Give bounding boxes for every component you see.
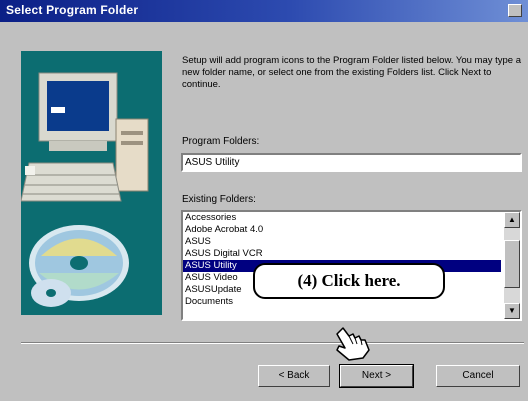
- pointing-hand-icon: [336, 327, 370, 361]
- setup-illustration: [20, 51, 162, 315]
- title-bar: Select Program Folder: [0, 0, 528, 22]
- list-scrollbar[interactable]: ▲ ▼: [504, 212, 520, 319]
- cd-disc-icon: [29, 225, 129, 307]
- separator: [21, 342, 524, 344]
- cancel-button[interactable]: Cancel: [436, 365, 520, 387]
- instructions-text: Setup will add program icons to the Prog…: [182, 55, 522, 90]
- list-item[interactable]: ASUS: [183, 236, 501, 248]
- list-item[interactable]: Accessories: [183, 212, 501, 224]
- next-button[interactable]: Next >: [339, 364, 414, 388]
- existing-folders-label: Existing Folders:: [182, 194, 256, 205]
- program-folder-input[interactable]: ASUS Utility: [181, 153, 522, 172]
- select-program-folder-dialog: Select Program Folder Setup will add pro…: [0, 0, 528, 401]
- click-here-callout: (4) Click here.: [253, 263, 445, 299]
- list-item[interactable]: ASUS Digital VCR: [183, 248, 501, 260]
- window-title: Select Program Folder: [6, 3, 139, 17]
- close-icon[interactable]: [508, 4, 522, 17]
- list-item[interactable]: Adobe Acrobat 4.0: [183, 224, 501, 236]
- scroll-down-arrow-icon[interactable]: ▼: [504, 303, 520, 319]
- program-folders-label: Program Folders:: [182, 136, 260, 147]
- scroll-up-arrow-icon[interactable]: ▲: [504, 212, 520, 228]
- back-button[interactable]: < Back: [258, 365, 330, 387]
- scroll-thumb[interactable]: [504, 240, 520, 288]
